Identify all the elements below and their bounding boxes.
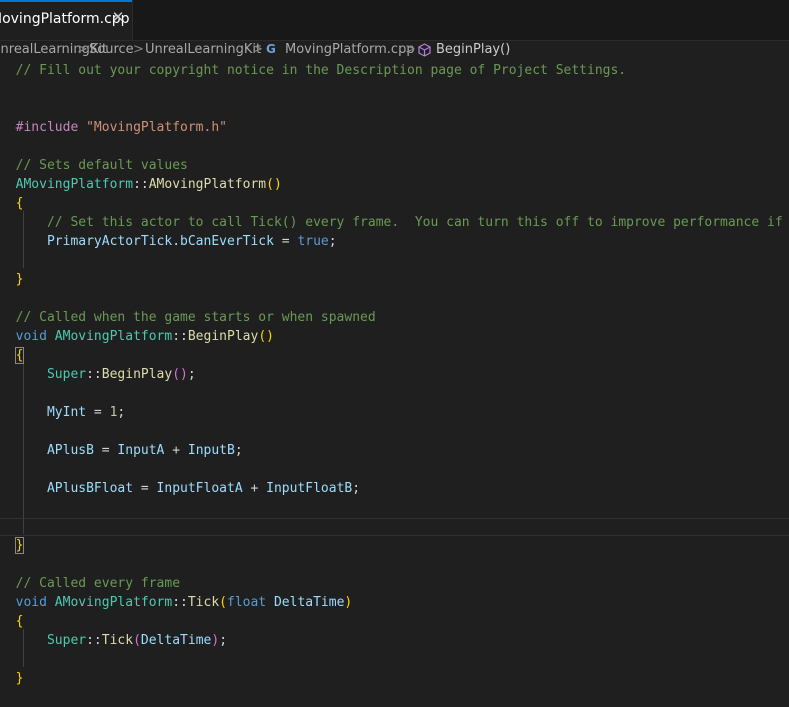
code-line[interactable]: APlusBFloat = InputFloatA + InputFloatB; xyxy=(0,479,789,498)
code-line[interactable]: } xyxy=(0,536,789,555)
variable: InputFloatA xyxy=(156,481,243,496)
breadcrumb-item-file[interactable]: MovingPlatform.cpp xyxy=(285,42,415,57)
include-path: "MovingPlatform.h" xyxy=(86,120,227,135)
class-name: Super xyxy=(46,633,87,648)
variable: InputB xyxy=(187,443,235,458)
breadcrumb: UnrealLearningKit > Source > UnrealLearn… xyxy=(0,41,789,61)
close-icon[interactable]: ✕ xyxy=(110,9,126,25)
code-editor[interactable]: // Fill out your copyright notice in the… xyxy=(0,61,789,707)
constructor-name: AMovingPlatform xyxy=(148,177,267,192)
comment-beginplay: // Called when the game starts or when s… xyxy=(15,310,376,325)
code-line[interactable]: void AMovingPlatform::Tick(float DeltaTi… xyxy=(0,593,789,612)
matched-brace: { xyxy=(14,347,25,364)
code-line[interactable]: Super::Tick(DeltaTime); xyxy=(0,631,789,650)
parameter: DeltaTime xyxy=(140,633,212,648)
class-name: Super xyxy=(46,367,87,382)
variable: bCanEverTick xyxy=(180,234,274,249)
code-line[interactable]: APlusB = InputA + InputB; xyxy=(0,441,789,460)
variable: InputA xyxy=(117,443,165,458)
comment-tick-setup: // Set this actor to call Tick() every f… xyxy=(46,215,783,230)
code-line[interactable]: // Set this actor to call Tick() every f… xyxy=(0,213,789,232)
code-line[interactable]: // Called when the game starts or when s… xyxy=(0,308,789,327)
variable: APlusB xyxy=(46,443,94,458)
breadcrumb-item-source[interactable]: Source xyxy=(89,42,134,57)
code-line[interactable]: } xyxy=(0,669,789,688)
breadcrumb-separator: > xyxy=(77,42,88,57)
include-directive: #include xyxy=(15,120,79,135)
function-name: BeginPlay xyxy=(101,367,173,382)
function-name: Tick xyxy=(187,595,220,610)
code-line[interactable]: { xyxy=(0,346,789,365)
breadcrumb-item-method[interactable]: BeginPlay() xyxy=(436,42,510,57)
code-line[interactable]: { xyxy=(0,612,789,631)
code-line[interactable]: Super::BeginPlay(); xyxy=(0,365,789,384)
breadcrumb-separator: > xyxy=(133,42,144,57)
breadcrumb-item-module[interactable]: UnrealLearningKit xyxy=(145,42,261,57)
code-line[interactable]: // Called every frame xyxy=(0,574,789,593)
keyword: true xyxy=(297,234,329,249)
code-line[interactable]: MyInt = 1; xyxy=(0,403,789,422)
class-name: AMovingPlatform xyxy=(54,595,173,610)
comment-defaults: // Sets default values xyxy=(15,158,188,173)
code-line[interactable]: // Fill out your copyright notice in the… xyxy=(0,61,789,80)
breadcrumb-separator: > xyxy=(252,42,263,57)
code-line[interactable]: { xyxy=(0,194,789,213)
code-line[interactable]: PrimaryActorTick.bCanEverTick = true; xyxy=(0,232,789,251)
comment-copyright: // Fill out your copyright notice in the… xyxy=(15,63,627,78)
current-line-highlight xyxy=(0,518,789,519)
code-line[interactable]: // Sets default values xyxy=(0,156,789,175)
code-line[interactable]: void AMovingPlatform::BeginPlay() xyxy=(0,327,789,346)
code-line[interactable]: #include "MovingPlatform.h" xyxy=(0,118,789,137)
variable: PrimaryActorTick xyxy=(46,234,173,249)
tab-bar: MovingPlatform.cpp ✕ xyxy=(0,0,789,41)
active-tab-indicator xyxy=(0,0,132,2)
class-name: AMovingPlatform xyxy=(15,177,134,192)
class-name: AMovingPlatform xyxy=(54,329,173,344)
variable: InputFloatB xyxy=(266,481,353,496)
parameter: DeltaTime xyxy=(273,595,345,610)
variable: APlusBFloat xyxy=(46,481,134,496)
cpp-file-icon: G xyxy=(266,42,276,56)
keyword: void xyxy=(15,329,47,344)
comment-tick: // Called every frame xyxy=(15,576,181,591)
cube-icon xyxy=(418,43,431,61)
code-line[interactable]: } xyxy=(0,270,789,289)
breadcrumb-separator: > xyxy=(405,42,416,57)
code-line[interactable]: AMovingPlatform::AMovingPlatform() xyxy=(0,175,789,194)
keyword: float xyxy=(227,595,267,610)
keyword: void xyxy=(15,595,47,610)
matched-brace: } xyxy=(14,537,25,554)
editor-tab-moving-platform[interactable]: MovingPlatform.cpp ✕ xyxy=(0,0,133,40)
function-name: BeginPlay xyxy=(187,329,259,344)
function-name: Tick xyxy=(101,633,134,648)
variable: MyInt xyxy=(46,405,87,420)
